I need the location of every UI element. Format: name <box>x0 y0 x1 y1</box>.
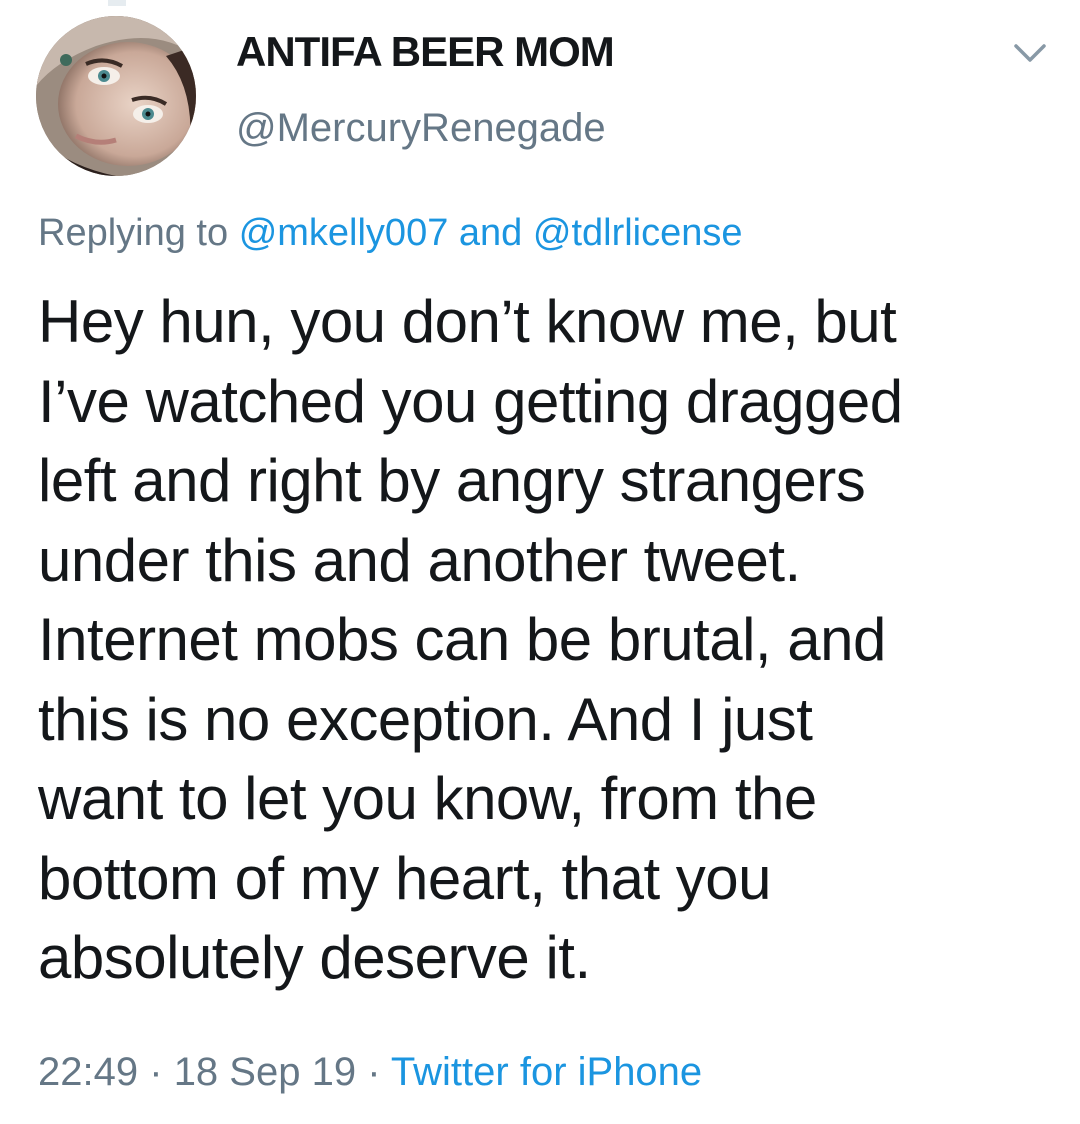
divider <box>108 0 126 6</box>
tweet-menu-button[interactable] <box>1008 36 1052 70</box>
tweet-text-line: left and right by angry strangers <box>38 447 866 514</box>
tweet-text-line: Internet mobs can be brutal, and <box>38 606 886 673</box>
display-name[interactable]: ANTIFA BEER MOM <box>236 28 615 76</box>
mention-link[interactable]: @tdlrlicense <box>533 212 743 254</box>
chevron-down-icon <box>1014 44 1046 62</box>
tweet-text-line: under this and another tweet. <box>38 526 801 594</box>
tweet-text-line: this is no exception. And I just <box>38 685 813 753</box>
replying-to-label: Replying to <box>38 212 229 254</box>
tweet-text-line: I’ve watched you getting dragged <box>38 367 903 435</box>
mention-link[interactable]: @mkelly007 <box>239 212 449 254</box>
tweet-metadata: 22:49 · 18 Sep 19 · Twitter for iPhone <box>38 1050 702 1095</box>
tweet-text-line: want to let you know, from the <box>38 765 817 832</box>
user-handle[interactable]: @MercuryRenegade <box>236 106 606 151</box>
avatar[interactable] <box>36 16 196 176</box>
tweet-text: Hey hun, you don’t know me, but I’ve wat… <box>38 282 1048 998</box>
tweet-text-line: absolutely deserve it. <box>38 924 591 991</box>
tweet-date[interactable]: 18 Sep 19 <box>174 1050 356 1094</box>
replying-to-line: Replying to @mkelly007 and @tdlrlicense <box>38 212 743 255</box>
mention-joiner: and <box>458 212 523 254</box>
meta-separator: · <box>367 1050 381 1094</box>
tweet-card: ANTIFA BEER MOM @MercuryRenegade Replyin… <box>0 0 1080 1124</box>
tweet-source-link[interactable]: Twitter for iPhone <box>391 1050 702 1094</box>
meta-separator: · <box>149 1050 163 1094</box>
tweet-time[interactable]: 22:49 <box>38 1050 138 1094</box>
tweet-text-line: bottom of my heart, that you <box>38 844 772 912</box>
avatar-image <box>36 16 196 176</box>
tweet-text-line: Hey hun, you don’t know me, but <box>38 288 897 355</box>
